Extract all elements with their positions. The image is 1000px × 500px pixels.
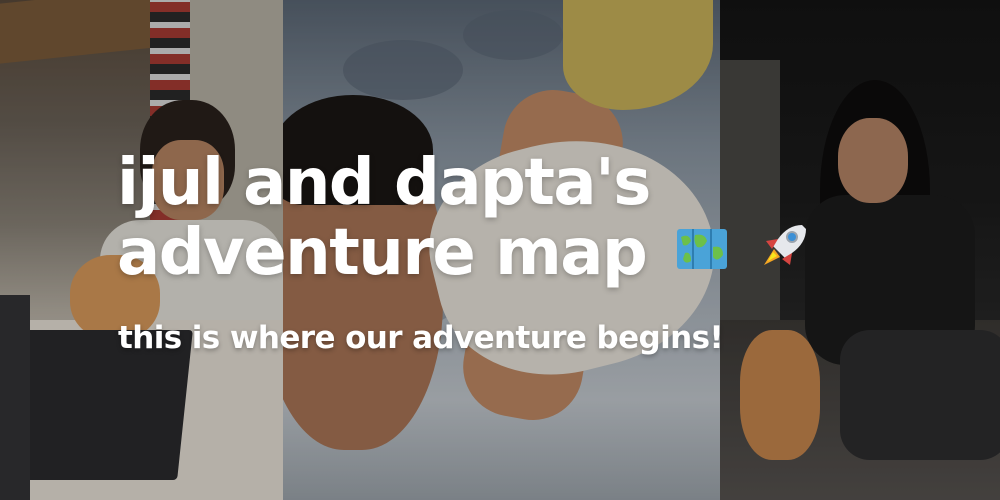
rocket-icon: [758, 221, 812, 291]
subtitle: this is where our adventure begins!: [118, 320, 724, 356]
title-line-2-wrapper: adventure map: [117, 218, 987, 291]
hero-banner: ijul and dapta's adventure map this is w…: [0, 0, 1000, 500]
title-line-1: ijul and dapta's: [117, 146, 651, 220]
map-icon: [675, 221, 729, 291]
title-line-2: adventure map: [117, 216, 648, 290]
page-title: ijul and dapta's adventure map: [117, 148, 987, 291]
